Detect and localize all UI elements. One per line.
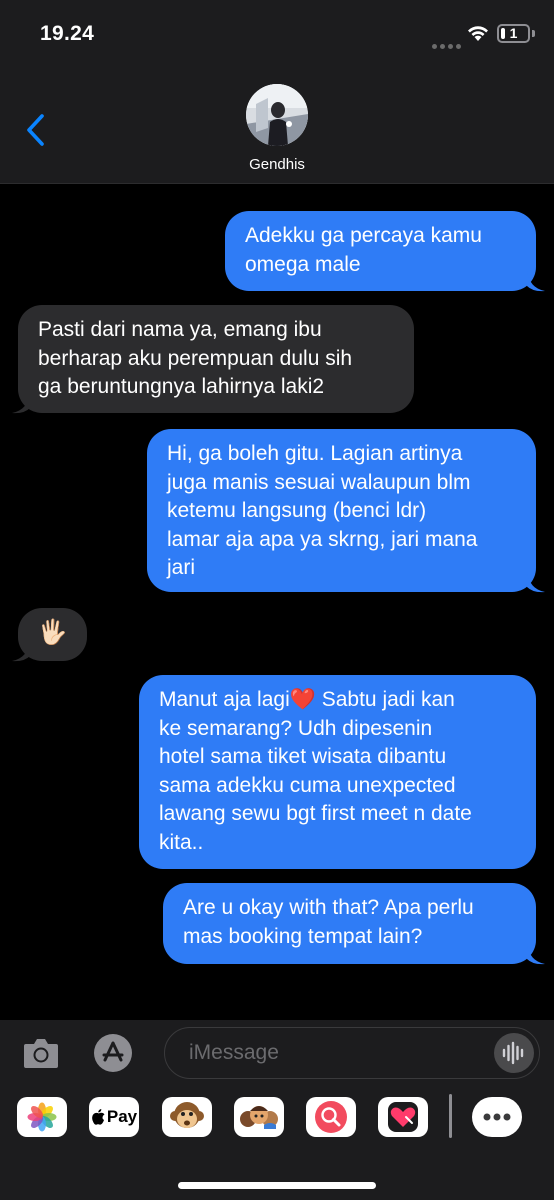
message-input[interactable]: [189, 1028, 489, 1077]
photos-icon: [27, 1102, 57, 1132]
sent-message-bubble[interactable]: Are u okay with that? Apa perlu mas book…: [163, 883, 536, 964]
memoji-button[interactable]: [234, 1097, 284, 1137]
chevron-left-icon[interactable]: [20, 110, 52, 150]
app-drawer-divider: [449, 1094, 452, 1138]
contact-name[interactable]: Gendhis: [0, 156, 554, 173]
sent-message-bubble[interactable]: Hi, ga boleh gitu. Lagian artinya juga m…: [147, 429, 536, 592]
memoji-icon: [240, 1106, 278, 1129]
app-store-icon: [102, 1041, 124, 1062]
more-apps-button[interactable]: [472, 1097, 522, 1137]
wifi-icon: [468, 26, 488, 41]
camera-icon[interactable]: [22, 1036, 60, 1070]
status-time: 19.24: [40, 22, 95, 45]
app-drawer: Pay: [0, 1086, 554, 1200]
sent-message-bubble[interactable]: Adekku ga percaya kamu omega male: [225, 211, 536, 291]
home-indicator[interactable]: [178, 1182, 376, 1189]
apple-logo-icon: [92, 1108, 105, 1125]
web-images-button[interactable]: [306, 1097, 356, 1137]
waveform-icon: [502, 1041, 524, 1065]
bubble-tail: [527, 270, 545, 292]
animoji-icon: [170, 1102, 204, 1128]
sent-message-bubble[interactable]: Manut aja lagi❤️ Sabtu jadi kan ke semar…: [139, 675, 536, 869]
battery-tip: [532, 30, 535, 37]
message-input-field[interactable]: [164, 1027, 540, 1079]
battery-level: 1: [509, 25, 518, 41]
battery-icon: 1: [497, 24, 530, 43]
animoji-button[interactable]: [162, 1097, 212, 1137]
bubble-tail: [527, 571, 545, 593]
apple-pay-button[interactable]: Pay: [89, 1097, 139, 1137]
contact-avatar[interactable]: [246, 84, 308, 146]
conversation-header: Gendhis: [0, 70, 554, 184]
input-bar: [0, 1020, 554, 1086]
more-icon: [483, 1113, 511, 1121]
received-message-bubble[interactable]: Pasti dari nama ya, emang ibu berharap a…: [18, 305, 414, 413]
status-bar: 19.24 1: [0, 0, 554, 70]
bubble-tail: [12, 640, 30, 662]
photos-app-button[interactable]: [17, 1097, 67, 1137]
cellular-signal-icon: [432, 36, 464, 54]
app-store-button[interactable]: [94, 1034, 132, 1072]
audio-message-button[interactable]: [494, 1033, 534, 1073]
digital-touch-button[interactable]: [378, 1097, 428, 1137]
bubble-tail: [527, 943, 545, 965]
bubble-tail: [12, 392, 30, 414]
digital-touch-icon: [388, 1102, 418, 1132]
apple-pay-label: Pay: [106, 1107, 138, 1126]
web-images-icon: [315, 1101, 347, 1133]
